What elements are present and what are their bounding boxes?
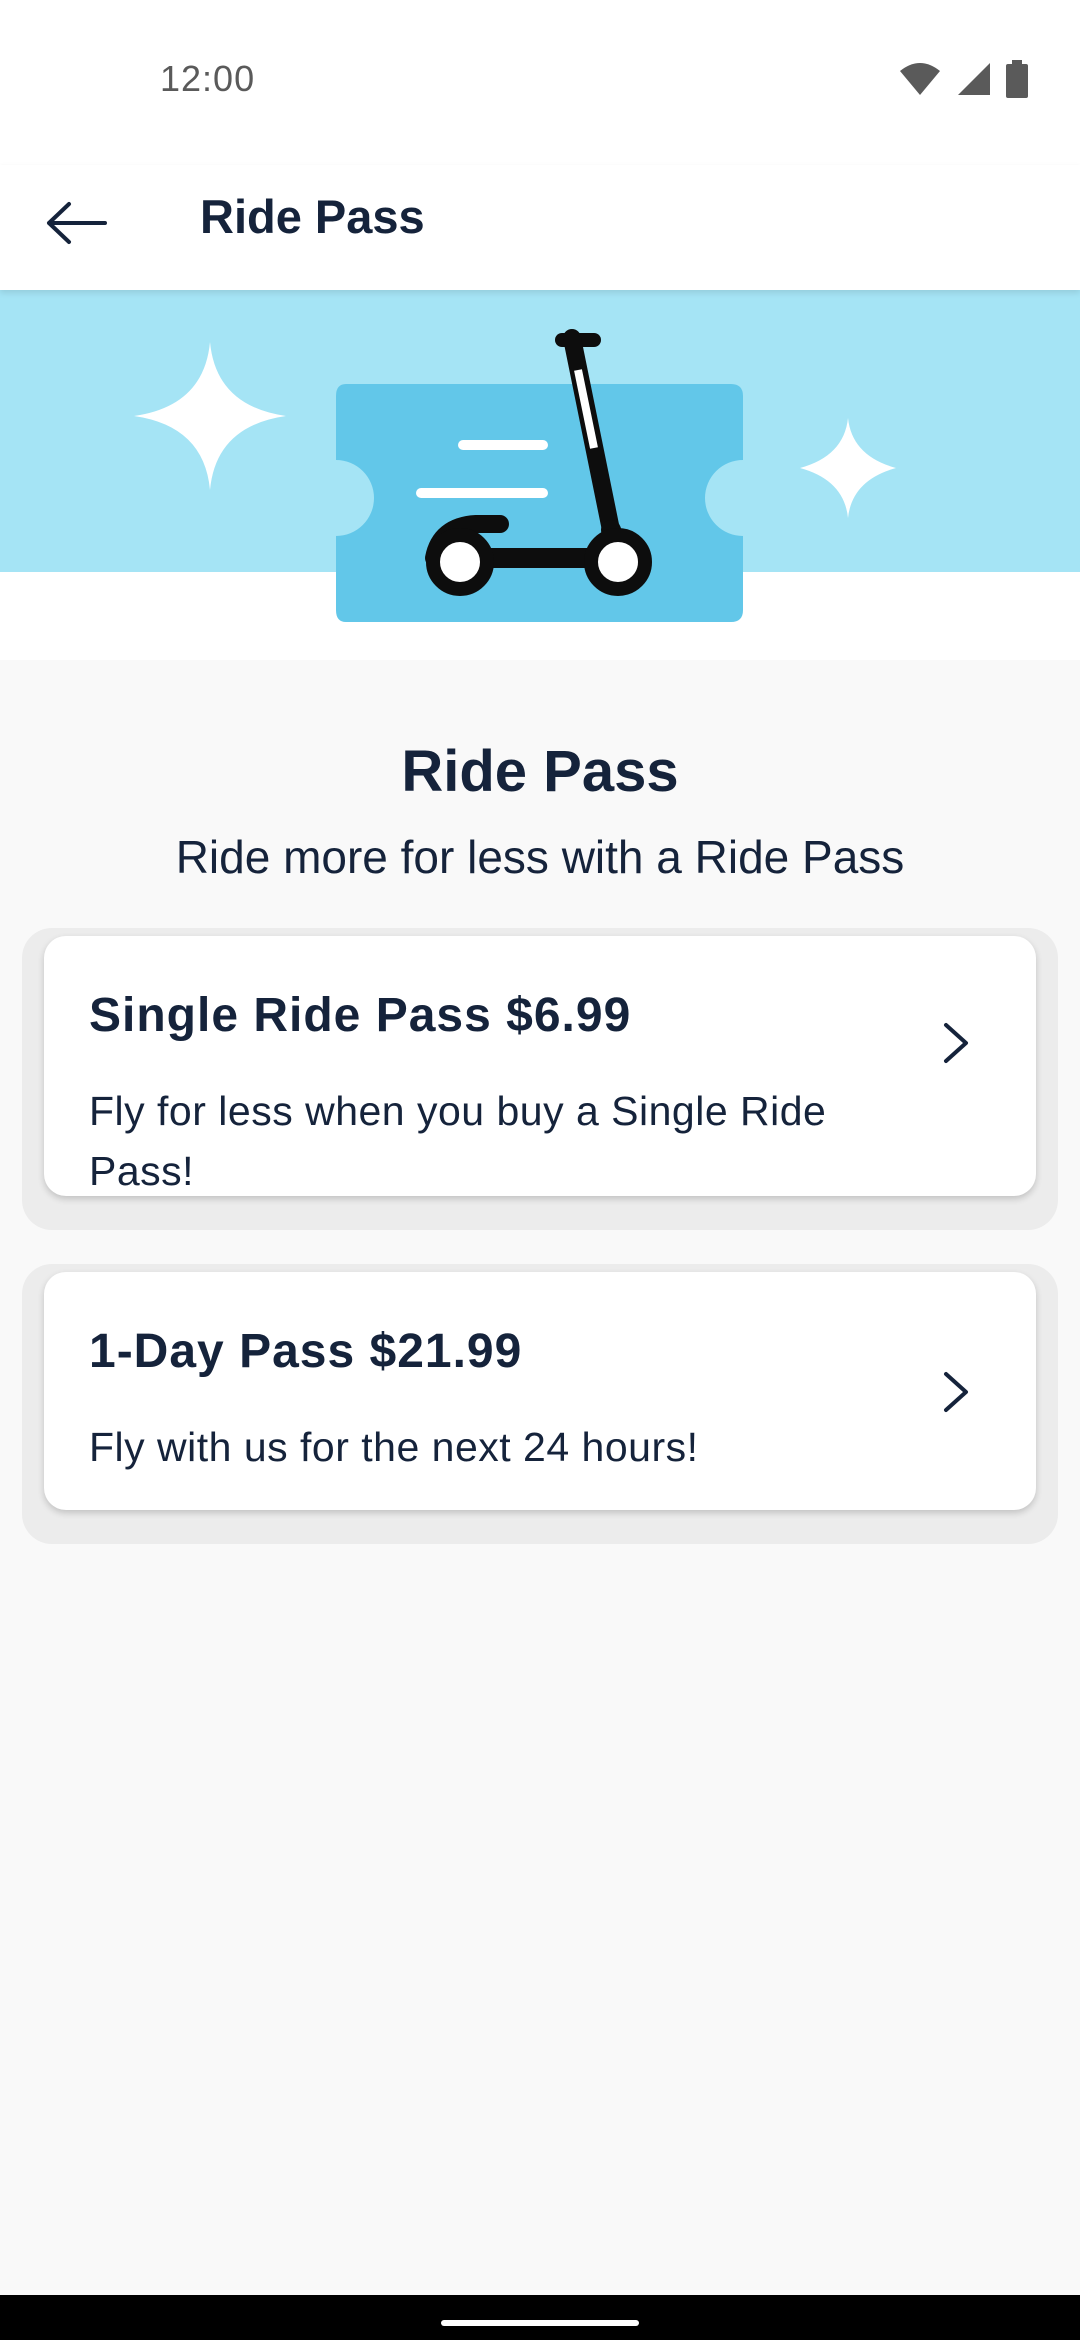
speed-line-top bbox=[458, 440, 548, 450]
chevron-right-icon bbox=[936, 1342, 976, 1442]
sparkle-large-icon bbox=[134, 342, 286, 490]
one-day-pass-card[interactable]: 1-Day Pass $21.99 Fly with us for the ne… bbox=[44, 1272, 1036, 1510]
home-gesture-handle[interactable] bbox=[441, 2320, 639, 2326]
pass-title: Single Ride Pass $6.99 bbox=[89, 989, 632, 1042]
battery-icon bbox=[1006, 60, 1028, 103]
status-icons bbox=[898, 60, 1028, 103]
page-subtitle: Ride more for less with a Ride Pass bbox=[175, 831, 905, 883]
chevron-right-icon bbox=[936, 988, 976, 1098]
one-day-pass-card-container: 1-Day Pass $21.99 Fly with us for the ne… bbox=[22, 1264, 1058, 1544]
speed-line-bottom bbox=[416, 488, 548, 498]
system-navigation-bar bbox=[0, 2295, 1080, 2340]
ticket-icon bbox=[336, 384, 743, 622]
app-bar-title: Ride Pass bbox=[200, 190, 425, 243]
wifi-icon bbox=[898, 61, 942, 102]
single-ride-pass-card[interactable]: Single Ride Pass $6.99 Fly for less when… bbox=[44, 936, 1036, 1196]
scooter-ticket-illustration bbox=[134, 329, 896, 622]
back-button[interactable] bbox=[36, 185, 116, 265]
pass-description: Fly for less when you buy a Single Ride … bbox=[89, 1088, 827, 1194]
status-bar: 12:00 bbox=[0, 0, 1080, 165]
single-ride-pass-card-container: Single Ride Pass $6.99 Fly for less when… bbox=[22, 928, 1058, 1230]
cellular-signal-icon bbox=[956, 61, 992, 102]
ride-pass-screen: 12:00 Ride Pass Ride Pass Ride more for … bbox=[0, 0, 1080, 2340]
pass-description: Fly with us for the next 24 hours! bbox=[89, 1424, 699, 1470]
app-bar: Ride Pass bbox=[0, 165, 1080, 290]
hero-banner bbox=[0, 290, 1080, 660]
status-time: 12:00 bbox=[160, 58, 256, 99]
page-title: Ride Pass bbox=[401, 739, 679, 804]
pass-title: 1-Day Pass $21.99 bbox=[89, 1325, 523, 1378]
arrow-left-icon bbox=[45, 201, 107, 250]
sparkle-small-icon bbox=[800, 418, 896, 518]
